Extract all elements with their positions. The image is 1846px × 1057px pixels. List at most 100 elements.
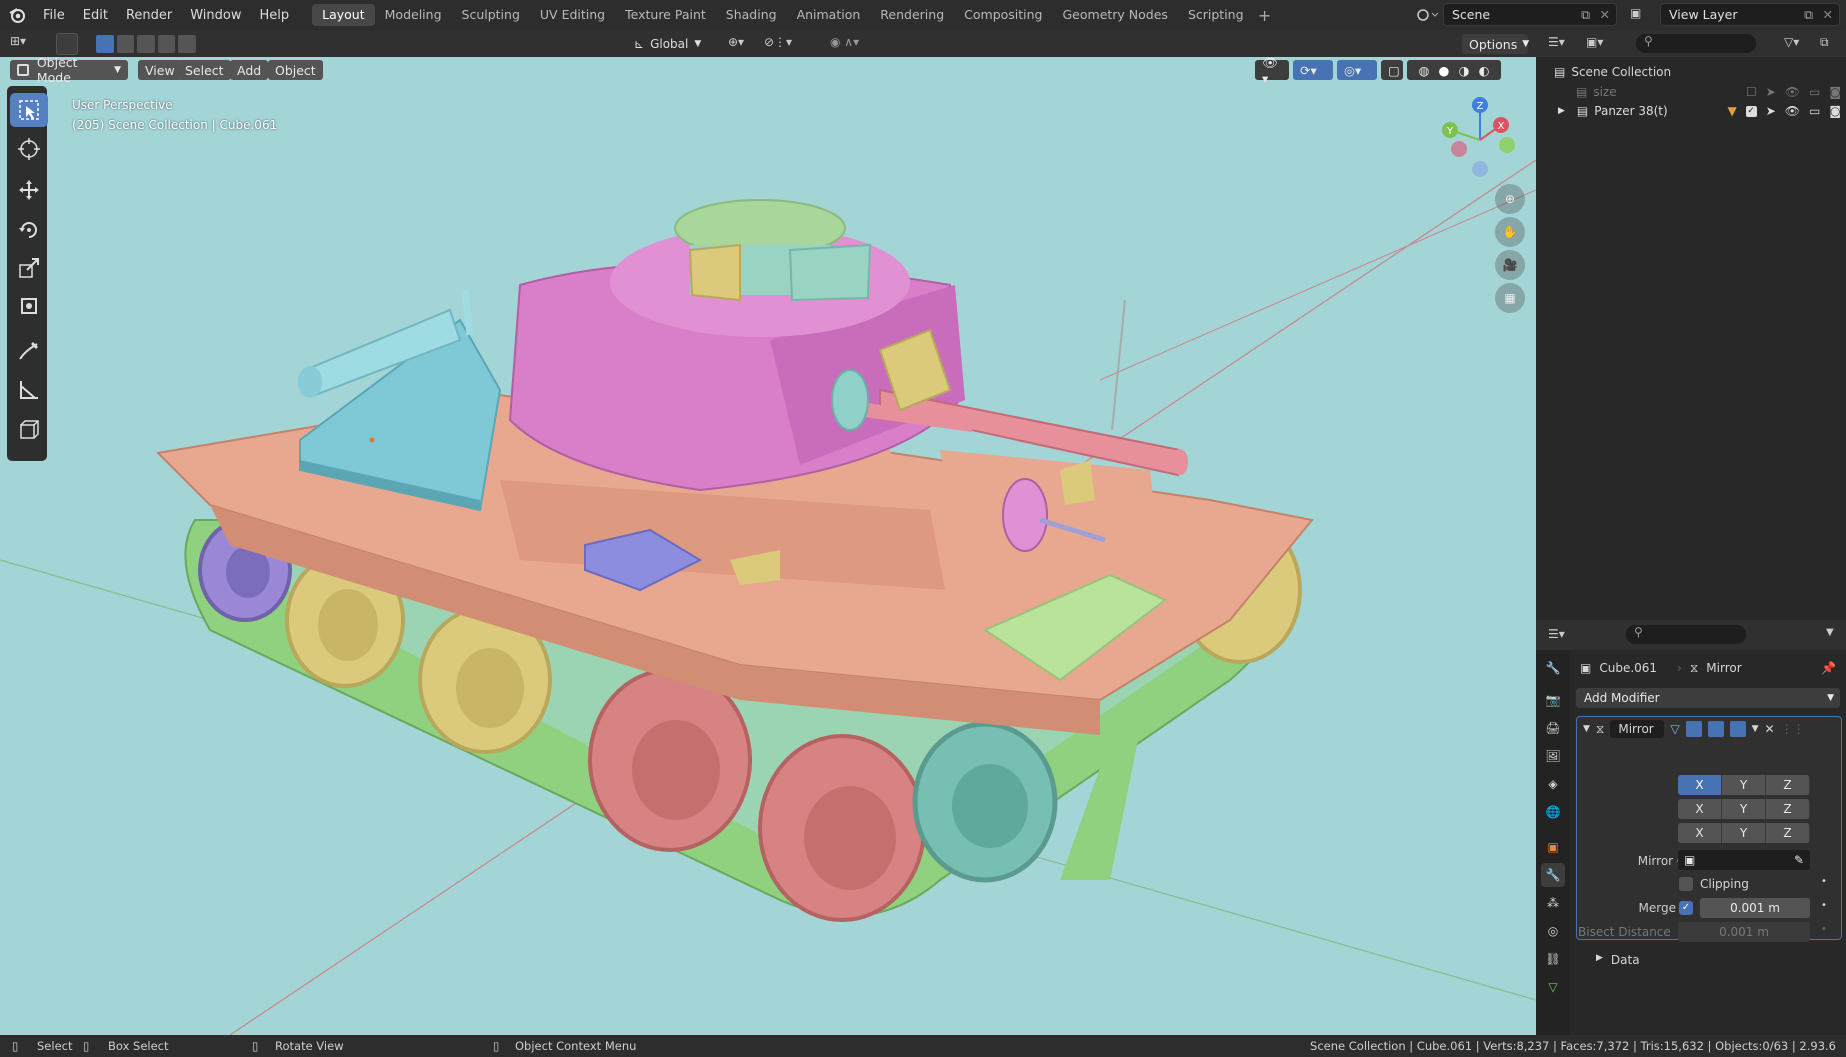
edit-mode-toggle-icon[interactable]: ▽ — [1670, 722, 1679, 736]
properties-search-input[interactable]: ⚲ — [1626, 625, 1746, 644]
drag-handle-icon[interactable]: ⋮⋮ — [1781, 722, 1805, 736]
row-toggle-icons[interactable]: ☐ ➤ 👁 ▭ ◙ — [1746, 85, 1841, 99]
tab-modeling[interactable]: Modeling — [375, 4, 452, 26]
clipping-checkbox[interactable] — [1679, 877, 1693, 891]
outliner-row-root[interactable]: ▤ Scene Collection — [1554, 62, 1671, 82]
material-shading-icon[interactable]: ◑ — [1459, 63, 1470, 78]
merge-distance-field[interactable]: 0.001 m — [1700, 898, 1810, 918]
menu-edit[interactable]: Edit — [74, 8, 117, 23]
select-subtract-icon[interactable] — [137, 35, 155, 53]
menu-file[interactable]: File — [34, 8, 74, 23]
properties-editor-icon[interactable]: ☰▾ — [1548, 627, 1565, 641]
pan-hand-icon[interactable]: ✋ — [1495, 217, 1525, 247]
measure-tool[interactable] — [10, 373, 48, 407]
pin-icon[interactable]: 📌 — [1821, 661, 1836, 675]
wireframe-shading-icon[interactable]: ◍ — [1419, 63, 1430, 78]
transform-tool[interactable] — [10, 289, 48, 323]
navigation-gizmo[interactable]: Z Y X — [1435, 95, 1525, 185]
overlays-icon[interactable]: ◎▾ — [1337, 60, 1377, 80]
rotate-tool[interactable] — [10, 213, 48, 247]
eye-icon[interactable]: 👁 — [1785, 85, 1800, 99]
filter-icon[interactable]: ▽▾ — [1784, 35, 1799, 49]
outliner-editor-icon[interactable]: ☰▾ — [1548, 35, 1565, 49]
proportional-edit-icon[interactable]: ◉ ∧▾ — [830, 35, 859, 49]
select-mode-buttons[interactable] — [96, 35, 196, 53]
outliner-row-panzer[interactable]: ▶ ▤ Panzer 38(t) ▼ ✓ ➤ 👁 ▭ ◙ — [1558, 101, 1841, 121]
view-menu[interactable]: View — [138, 60, 182, 80]
physics-tab-icon[interactable]: ◎ — [1541, 919, 1565, 943]
ortho-grid-icon[interactable]: ▦ — [1495, 283, 1525, 313]
menu-render[interactable]: Render — [117, 8, 181, 23]
tank-scene[interactable] — [0, 57, 1536, 1035]
merge-checkbox[interactable]: ✓ — [1679, 901, 1693, 915]
tab-layout[interactable]: Layout — [312, 4, 375, 26]
monitor-icon[interactable]: ▭ — [1809, 104, 1820, 118]
axis-z-toggle[interactable]: Z — [1766, 775, 1810, 795]
mode-dropdown[interactable]: Object Mode ▼ — [10, 57, 128, 85]
keyframe-dot-icon[interactable]: • — [1821, 924, 1827, 935]
render-toggle-icon[interactable] — [1729, 721, 1746, 737]
select-intersect-icon[interactable] — [178, 35, 196, 53]
add-cube-tool[interactable] — [10, 413, 48, 447]
realtime-toggle-icon[interactable] — [1707, 721, 1724, 737]
tab-compositing[interactable]: Compositing — [954, 4, 1052, 26]
add-modifier-dropdown[interactable]: Add Modifier ▼ — [1576, 688, 1840, 708]
bisect-z-toggle[interactable]: Z — [1766, 799, 1810, 819]
view-layer-icon[interactable]: ▣ — [1630, 6, 1641, 20]
data-tab-icon[interactable]: ▽ — [1541, 975, 1565, 999]
view-layer-copy-icon[interactable]: ⧉ — [1804, 7, 1813, 23]
display-mode-icon[interactable]: ▣▾ — [1586, 35, 1603, 49]
solid-shading-icon[interactable]: ● — [1439, 63, 1450, 78]
scene-copy-icon[interactable]: ⧉ — [1581, 7, 1590, 23]
editor-type-icon[interactable]: ⊞▾ — [10, 34, 42, 54]
pivot-point-icon[interactable]: ⊕▾ — [728, 35, 744, 49]
world-tab-icon[interactable]: 🌐 — [1541, 800, 1565, 824]
collapse-arrow-icon[interactable]: ▼ — [1583, 724, 1590, 734]
modifier-tab-icon[interactable]: 🔧 — [1541, 863, 1565, 887]
tab-geometry-nodes[interactable]: Geometry Nodes — [1053, 4, 1178, 26]
eyedropper-icon[interactable]: ✎ — [1794, 853, 1804, 867]
bisect-distance-field[interactable]: 0.001 m — [1678, 922, 1810, 942]
tab-sculpting[interactable]: Sculpting — [452, 4, 530, 26]
data-subpanel[interactable]: ▶ Data — [1596, 953, 1640, 967]
expand-arrow-icon[interactable]: ▶ — [1558, 106, 1565, 116]
scene-selector[interactable]: Scene ⧉ ✕ — [1443, 3, 1617, 26]
gizmo-toggle-icon[interactable]: ⟳▾ — [1293, 60, 1333, 80]
tab-animation[interactable]: Animation — [787, 4, 871, 26]
object-tab-icon[interactable]: ▣ — [1541, 835, 1565, 859]
chevron-down-icon[interactable]: ▼ — [1826, 627, 1834, 638]
menu-window[interactable]: Window — [181, 8, 250, 23]
tab-scripting[interactable]: Scripting — [1178, 4, 1254, 26]
add-menu[interactable]: Add — [230, 60, 269, 80]
tool-tab-icon[interactable]: 🔧 — [1541, 656, 1565, 680]
modifier-name-field[interactable]: Mirror — [1610, 720, 1665, 738]
view-layer-selector[interactable]: View Layer ⧉ ✕ — [1660, 3, 1840, 26]
annotate-tool[interactable] — [10, 334, 48, 368]
flip-z-toggle[interactable]: Z — [1766, 823, 1810, 843]
tab-uv-editing[interactable]: UV Editing — [530, 4, 615, 26]
visibility-icon[interactable]: 👁▾ — [1255, 57, 1289, 86]
outliner-row-size[interactable]: ▤ size ☐ ➤ 👁 ▭ ◙ — [1576, 82, 1841, 102]
transform-orientation-dropdown[interactable]: ⊾ Global ▼ — [634, 34, 718, 54]
snap-icon[interactable]: ⊘⋮▾ — [764, 35, 792, 49]
close-icon[interactable]: ✕ — [1765, 722, 1775, 736]
scene-close-icon[interactable]: ✕ — [1600, 7, 1610, 22]
select-extend-icon[interactable] — [116, 35, 135, 53]
shading-modes[interactable]: ◍ ● ◑ ◐ — [1407, 60, 1501, 80]
mirror-object-field[interactable]: ▣ ✎ — [1678, 850, 1810, 870]
axis-y-toggle[interactable]: Y — [1722, 775, 1766, 795]
render-camera-icon[interactable]: ◙ — [1829, 104, 1841, 118]
select-new-icon[interactable] — [96, 35, 114, 53]
keyframe-dot-icon[interactable]: • — [1821, 900, 1827, 911]
bisect-x-toggle[interactable]: X — [1678, 799, 1722, 819]
move-tool[interactable] — [10, 173, 48, 207]
monitor-icon[interactable]: ▭ — [1809, 85, 1820, 99]
render-camera-icon[interactable]: ◙ — [1829, 85, 1841, 99]
options-dropdown[interactable]: Options ▼ — [1462, 34, 1529, 54]
cursor-tool[interactable] — [10, 132, 48, 166]
select-box-tool[interactable] — [10, 93, 48, 127]
object-menu[interactable]: Object — [268, 60, 323, 80]
selectable-icon[interactable]: ➤ — [1766, 85, 1776, 99]
exclude-checkbox-icon[interactable]: ☐ — [1746, 85, 1757, 99]
menu-help[interactable]: Help — [251, 8, 299, 23]
